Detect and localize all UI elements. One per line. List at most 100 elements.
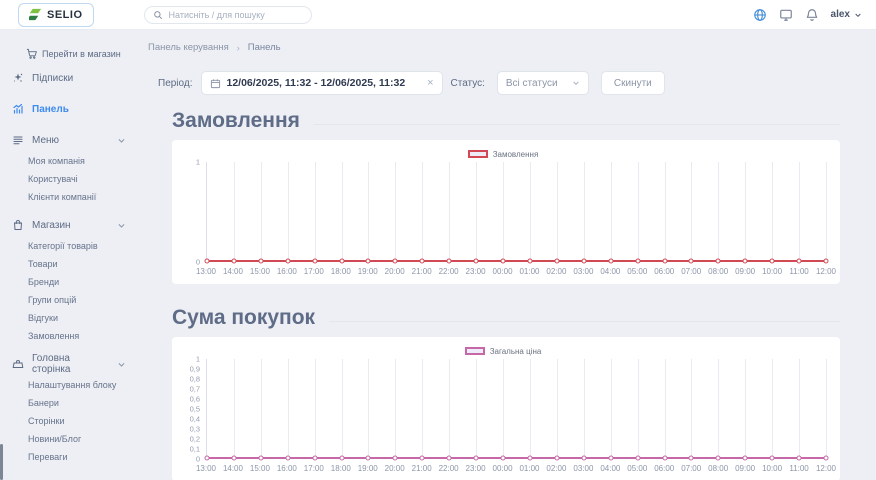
x-axis-tick: 03:00 [573,267,593,276]
x-axis-tick: 08:00 [708,267,728,276]
sidebar-subitem[interactable]: Сторінки [28,412,140,430]
sidebar-subitem[interactable]: Замовлення [28,327,140,345]
sidebar-subitem[interactable]: Бренди [28,273,140,291]
period-value: 12/06/2025, 11:32 - 12/06/2025, 11:32 [227,77,406,89]
gridline [691,162,692,261]
sidebar-subitem[interactable]: Відгуки [28,309,140,327]
gridline [288,162,289,261]
breadcrumb: Панель керування › Панель [148,42,876,53]
store-link-label: Перейти в магазин [42,49,121,59]
section-divider [314,124,840,125]
selio-logo[interactable]: SELIO [18,3,94,27]
clear-period-icon[interactable]: × [427,78,433,89]
sparkles-icon [12,72,24,84]
status-select[interactable]: Всі статуси [497,71,589,95]
x-axis-tick: 02:00 [546,464,566,473]
gridline [315,359,316,458]
search-input[interactable] [169,10,303,20]
gridline [288,359,289,458]
sidebar-scrollbar-thumb[interactable] [0,444,3,480]
gridline [772,162,773,261]
breadcrumb-parent[interactable]: Панель керування [148,42,229,53]
gridline [503,162,504,261]
sidebar-item-0[interactable]: Підписки [12,66,140,90]
user-name: alex [831,9,850,20]
x-axis-tick: 22:00 [439,267,459,276]
status-selected-value: Всі статуси [506,78,558,89]
x-axis-tick: 16:00 [277,267,297,276]
user-menu[interactable]: alex [831,9,862,20]
sidebar-subitem[interactable]: Категорії товарів [28,237,140,255]
sidebar-subitem[interactable]: Користувачі [28,170,140,188]
period-label: Період: [158,78,193,89]
gridline [476,162,477,261]
sidebar-subitem[interactable]: Налаштування блоку [28,376,140,394]
chart-legend-item[interactable]: Загальна ціна [180,343,826,359]
y-axis-tick: 1 [196,355,200,364]
orders-chart-card: Замовлення 10 13:0014:0015:0016:0017:001… [172,140,840,284]
x-axis-tick: 09:00 [735,464,755,473]
x-axis-tick: 23:00 [466,464,486,473]
gridline [342,359,343,458]
sidebar-item-4[interactable]: Головна сторінка [12,352,140,376]
display-icon[interactable] [779,7,794,22]
gridline [234,162,235,261]
section-divider [329,321,840,322]
gridline [718,359,719,458]
reset-filters-button[interactable]: Скинути [601,71,665,95]
sidebar-item-label: Магазин [32,220,71,231]
gridline [665,162,666,261]
notifications-bell-icon[interactable] [805,7,820,22]
sidebar-item-label: Підписки [32,73,73,84]
x-axis-tick: 19:00 [358,267,378,276]
homepage-bag-icon [12,358,24,370]
x-axis-tick: 03:00 [573,464,593,473]
gridline [638,359,639,458]
x-axis-tick: 20:00 [385,464,405,473]
language-globe-icon[interactable] [753,7,768,22]
chart-legend-item[interactable]: Замовлення [180,146,826,162]
sidebar: Перейти в магазин Підписки Панель МенюМоя … [0,30,140,480]
sidebar-subitem[interactable]: Клієнти компанії [28,188,140,206]
sidebar-submenu: Категорії товарівТовариБрендиГрупи опцій… [28,237,140,345]
x-axis-tick: 10:00 [762,464,782,473]
x-axis-tick: 05:00 [627,464,647,473]
gridline [234,359,235,458]
sidebar-subitem[interactable]: Товари [28,255,140,273]
x-axis-tick: 06:00 [654,464,674,473]
logo-text: SELIO [47,9,83,21]
x-axis-tick: 22:00 [439,464,459,473]
sidebar-item-1[interactable]: Панель [12,97,140,121]
gridline [611,162,612,261]
sidebar-subitem[interactable]: Новини/Блог [28,430,140,448]
x-axis-tick: 16:00 [277,464,297,473]
sidebar-item-2[interactable]: Меню [12,128,140,152]
plot-area [206,162,826,262]
x-axis-tick: 20:00 [385,267,405,276]
x-axis-tick: 17:00 [304,464,324,473]
sidebar-subitem[interactable]: Переваги [28,448,140,466]
sidebar-subitem[interactable]: Банери [28,394,140,412]
sidebar-nav: Підписки Панель МенюМоя компаніяКористувач… [0,66,140,480]
sidebar-item-go-to-store[interactable]: Перейти в магазин [26,48,140,59]
gridline [261,359,262,458]
x-axis-tick: 04:00 [600,267,620,276]
x-axis-tick: 18:00 [331,464,351,473]
breadcrumb-current: Панель [248,42,281,53]
sidebar-subitem[interactable]: Моя компанія [28,152,140,170]
period-range-input[interactable]: 12/06/2025, 11:32 - 12/06/2025, 11:32 × [201,71,443,95]
gridline [422,359,423,458]
gridline [557,162,558,261]
x-axis-tick: 13:00 [196,267,216,276]
sidebar-subitem[interactable]: Групи опцій [28,291,140,309]
global-search[interactable] [144,6,312,24]
x-axis-tick: 17:00 [304,267,324,276]
topbar-actions: alex [753,7,876,22]
sidebar-item-5[interactable]: Налаштування [12,473,140,480]
x-axis-labels: 13:0014:0015:0016:0017:0018:0019:0020:00… [206,459,826,473]
y-axis-tick: 0,3 [190,425,200,434]
gridline [826,162,827,261]
status-label: Статус: [451,78,485,89]
sidebar-item-3[interactable]: Магазин [12,213,140,237]
x-axis-tick: 07:00 [681,267,701,276]
